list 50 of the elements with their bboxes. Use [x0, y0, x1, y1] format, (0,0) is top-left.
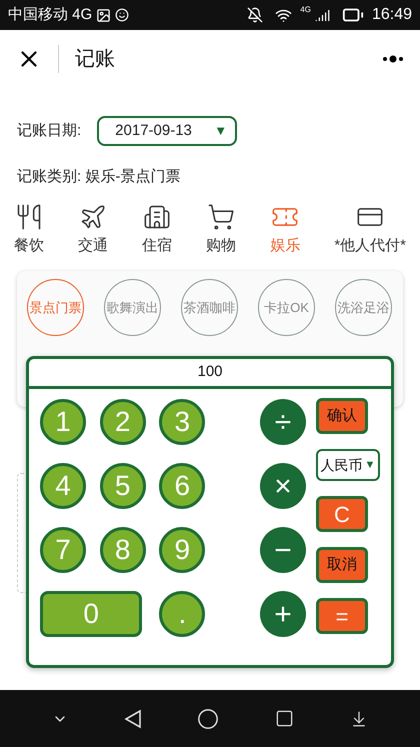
signal-icon — [314, 8, 330, 22]
home-icon[interactable] — [197, 708, 220, 730]
subcategory-chip[interactable]: 洗浴足浴 — [335, 279, 392, 336]
date-select[interactable]: 2017-09-13 ▼ — [97, 116, 238, 146]
back-icon[interactable] — [124, 708, 142, 728]
subcategory-chip[interactable]: 卡拉OK — [258, 279, 315, 336]
image-icon — [96, 8, 112, 22]
carrier-text: 中国移动 4G — [8, 4, 92, 25]
digit-key[interactable]: 4 — [40, 463, 86, 509]
action-button[interactable]: 取消 — [316, 547, 368, 583]
network-text: 4G — [300, 4, 311, 16]
category-tab[interactable]: 购物 — [206, 202, 236, 257]
digit-key[interactable]: 1 — [40, 399, 86, 445]
digit-key[interactable]: 7 — [40, 527, 86, 573]
category-tab[interactable]: 餐饮 — [14, 202, 44, 257]
action-button[interactable]: = — [316, 598, 368, 634]
more-icon[interactable] — [382, 55, 404, 63]
date-label: 记账日期: — [17, 120, 82, 141]
operator-key[interactable]: + — [260, 591, 306, 637]
operator-key[interactable]: ÷ — [260, 399, 306, 445]
building-icon — [143, 202, 172, 230]
currency-select[interactable]: 人民币▼ — [316, 449, 380, 481]
category-tab[interactable]: 住宿 — [142, 202, 172, 257]
operator-key[interactable]: × — [260, 463, 306, 509]
digit-key[interactable]: 3 — [159, 399, 206, 445]
digit-key[interactable]: 2 — [100, 399, 146, 445]
category-tab[interactable]: 交通 — [78, 202, 108, 257]
digit-key[interactable]: 6 — [159, 463, 206, 509]
digit-key[interactable]: 9 — [159, 527, 206, 573]
category-tab[interactable]: 娱乐 — [270, 202, 300, 257]
digit-key[interactable]: . — [159, 591, 206, 637]
amount-display: 100 — [29, 359, 391, 389]
recents-icon[interactable] — [275, 709, 294, 728]
mute-icon — [247, 7, 264, 23]
airplane-icon — [79, 202, 108, 230]
action-button[interactable]: C — [316, 496, 368, 532]
subcategory-chip[interactable]: 歌舞演出 — [104, 279, 161, 336]
digit-key[interactable]: 8 — [100, 527, 146, 573]
digit-key[interactable]: 5 — [100, 463, 146, 509]
subcategory-chip[interactable]: 景点门票 — [27, 279, 84, 336]
operator-key[interactable]: − — [260, 527, 306, 573]
digit-key[interactable]: 0 — [40, 591, 142, 637]
page-title: 记账 — [75, 47, 115, 72]
cart-icon — [207, 202, 236, 230]
clock-text: 16:49 — [372, 5, 412, 25]
category-summary: 记账类别: 娱乐-景点门票 — [16, 167, 182, 187]
action-button[interactable]: 确认 — [316, 398, 368, 434]
face-icon — [115, 8, 130, 22]
subcategory-chip[interactable]: 茶酒咖啡 — [181, 279, 238, 336]
category-tab[interactable]: *他人代付* — [334, 202, 406, 257]
